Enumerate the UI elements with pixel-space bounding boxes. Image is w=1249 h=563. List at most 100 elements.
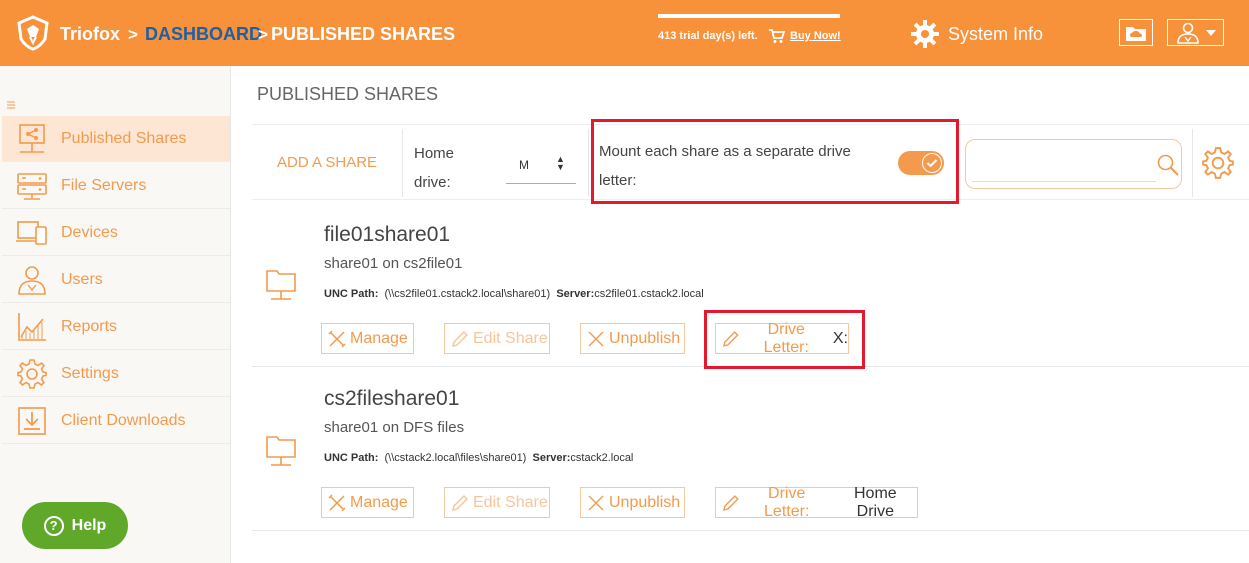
manage-button[interactable]: Manage [321,487,414,518]
sidebar-item-reports[interactable]: Reports [2,304,230,350]
drive-letter-label: Drive Letter: [764,484,810,520]
sidebar-item-label: File Servers [61,176,147,194]
unc-label: UNC Path: [324,288,379,300]
share-row: cs2fileshare01 share01 on DFS files UNC … [252,367,1249,531]
toolbar-divider [1192,129,1193,197]
gear-icon [17,358,47,389]
chart-icon [18,312,46,341]
edit-share-label: Edit Share [473,329,548,347]
share-name: file01share01 [324,223,451,246]
share-subtitle: share01 on DFS files [324,419,465,436]
breadcrumb-current: PUBLISHED SHARES [271,24,456,44]
unc-label: UNC Path: [324,452,379,464]
share-icon [19,123,45,153]
drive-letter-button[interactable]: Drive Letter: X: [715,320,849,356]
sidebar-item-settings[interactable]: Settings [2,351,230,397]
unc-path-value: (\\cs2file01.cstack2.local\share01) [384,288,551,300]
network-folder-icon [266,270,296,300]
user-menu-button[interactable] [1167,19,1224,46]
tools-icon [328,493,346,512]
edit-share-label: Edit Share [473,493,548,511]
server-value: cs2file01.cstack2.local [594,288,704,300]
toolbar-divider [588,129,589,197]
share-name: cs2fileshare01 [324,387,460,410]
drive-letter-label: Drive Letter: [763,320,809,356]
help-label: Help [71,516,107,534]
close-icon [588,495,604,510]
share-row: file01share01 share01 on cs2file01 UNC P… [252,203,1249,367]
triofox-logo-icon [17,15,49,51]
sidebar: Published Shares File Servers Devices Us… [0,66,231,563]
unpublish-label: Unpublish [609,493,681,511]
unpublish-button[interactable]: Unpublish [580,487,685,518]
sidebar-item-published-shares[interactable]: Published Shares [2,116,230,162]
mount-separate-drive-label: Mount each share as a separate drive let… [599,143,851,189]
brand-name: Triofox [60,24,121,44]
pencil-icon [452,330,468,347]
server-icon [17,172,47,200]
collapse-icon[interactable] [7,101,15,109]
manage-label: Manage [350,493,408,511]
breadcrumb-dashboard-link[interactable]: DASHBOARD [145,24,262,45]
system-info-label: System Info [948,23,1044,44]
breadcrumb-separator: > [258,25,268,44]
check-icon [923,154,941,172]
users-icon [18,265,46,295]
sidebar-item-file-servers[interactable]: File Servers [2,163,230,209]
toolbar-divider [402,129,403,197]
cloud-folder-icon [1126,26,1146,41]
help-icon: ? [43,515,64,536]
sidebar-item-label: Reports [61,317,118,335]
sidebar-item-label: Published Shares [61,129,187,147]
close-icon [588,331,604,346]
home-drive-value: M [519,158,529,172]
download-icon [18,406,46,435]
system-info-button[interactable]: System Info [910,19,1043,49]
drive-letter-button[interactable]: Drive Letter: Home Drive [715,484,918,520]
devices-icon [16,220,47,245]
sidebar-item-users[interactable]: Users [2,257,230,303]
home-drive-label: Home drive: [414,145,455,191]
add-share-button[interactable]: ADD A SHARE [277,154,377,171]
edit-share-button[interactable]: Edit Share [444,323,550,354]
network-folder-icon [266,436,296,466]
toggle-knob [922,153,942,173]
server-value: cstack2.local [570,452,634,464]
server-label: Server: [532,452,571,464]
share-unc-path: UNC Path: (\\cstack2.local\files\share01… [324,452,633,464]
gear-icon [911,20,939,48]
trial-progress-bar [658,14,840,18]
sidebar-item-client-downloads[interactable]: Client Downloads [2,398,230,444]
toolbar: ADD A SHARE Home drive: M ▲ ▼ Mount each … [252,124,1249,200]
search-icon[interactable] [1157,154,1179,176]
sidebar-item-devices[interactable]: Devices [2,210,230,256]
pencil-icon [723,330,739,347]
sidebar-item-label: Users [61,270,103,288]
unc-path-value: (\\cstack2.local\files\share01) [384,452,527,464]
unpublish-button[interactable]: Unpublish [580,323,685,354]
chevron-down-icon [1205,29,1216,36]
sidebar-item-label: Devices [61,223,118,241]
search-input[interactable] [972,148,1156,182]
pencil-icon [452,494,468,511]
home-drive-select[interactable]: M ▲ ▼ [506,148,576,184]
buy-now-link[interactable]: Buy Now! [790,30,841,42]
mount-separate-drive-toggle[interactable] [898,151,944,175]
help-button[interactable]: ? Help [22,502,128,549]
edit-share-button[interactable]: Edit Share [444,487,550,518]
sidebar-item-label: Client Downloads [61,411,186,429]
page-title: PUBLISHED SHARES [257,84,439,104]
manage-button[interactable]: Manage [321,323,414,354]
breadcrumb-separator: > [128,25,138,44]
user-icon [1176,22,1199,44]
settings-gear-icon[interactable] [1201,146,1235,180]
server-label: Server: [556,288,595,300]
select-arrows-icon: ▲ ▼ [556,154,565,172]
trial-days-text: 413 trial day(s) left. [658,30,758,42]
share-unc-path: UNC Path: (\\cs2file01.cstack2.local\sha… [324,288,704,300]
manage-label: Manage [350,329,408,347]
folder-button[interactable] [1119,19,1153,46]
drive-letter-value: X: [832,329,848,347]
sidebar-item-label: Settings [61,364,119,382]
tools-icon [328,329,346,348]
